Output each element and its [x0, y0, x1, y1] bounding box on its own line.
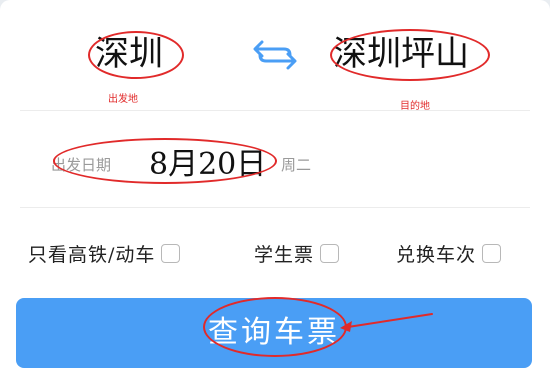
departure-date-label: 出发日期 [51, 156, 112, 174]
departure-weekday: 周二 [281, 156, 312, 174]
option-label: 学生票 [254, 243, 315, 266]
option-redeem-train[interactable]: 兑换车次 [396, 240, 502, 266]
option-student-ticket[interactable]: 学生票 [254, 240, 340, 266]
departure-date-value[interactable]: 8月20日 [149, 139, 266, 183]
ticket-search-card: 深圳 出发地 深圳坪山 目的地 出发日期 8月20日 周二 只看高铁/动车 学生… [0, 0, 550, 375]
option-label: 兑换车次 [396, 243, 477, 266]
high-speed-only-checkbox[interactable] [161, 243, 181, 263]
swap-arrows-icon[interactable] [248, 37, 302, 71]
option-high-speed-only[interactable]: 只看高铁/动车 [28, 240, 181, 266]
redeem-train-checkbox[interactable] [482, 243, 502, 263]
arrival-city[interactable]: 深圳坪山 [333, 30, 469, 78]
divider [20, 110, 530, 111]
student-ticket-checkbox[interactable] [320, 243, 340, 263]
option-label: 只看高铁/动车 [28, 243, 156, 266]
departure-city[interactable]: 深圳 [95, 30, 163, 78]
divider [20, 207, 530, 208]
departure-annotation-label: 出发地 [108, 94, 138, 105]
search-tickets-button[interactable]: 查询车票 [16, 298, 532, 368]
